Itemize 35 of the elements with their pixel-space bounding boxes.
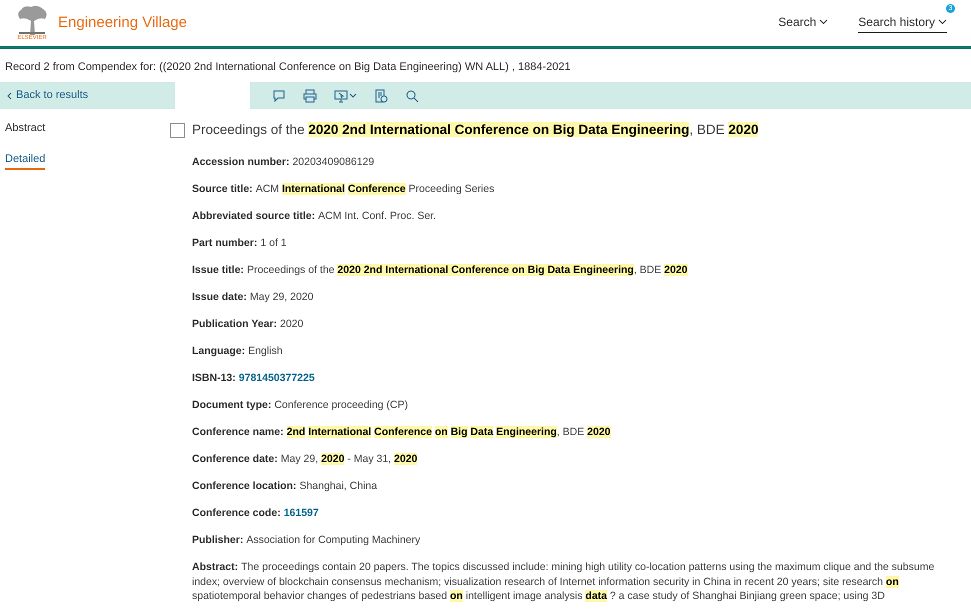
record-field: Issue title: Proceedings of the 2020 2nd International Conference on Big Data Engineering, BDE 2020: [192, 263, 965, 278]
record-field: Conference name: 2nd International Conference on Big Data Engineering, BDE 2020: [192, 425, 965, 440]
record-field: Abbreviated source title: ACM Int. Conf. Proc. Ser.: [192, 209, 965, 224]
chevron-icon: [938, 19, 947, 25]
record-field: Document type: Conference proceeding (CP): [192, 398, 965, 413]
print-icon[interactable]: [303, 88, 317, 102]
chevron-left-icon: [7, 92, 12, 100]
nav-link[interactable]: Search: [778, 13, 828, 33]
document-icon[interactable]: [374, 88, 388, 102]
record-field: Publisher: Association for Computing Machinery: [192, 533, 965, 548]
record-field: Conference date: May 29, 2020 - May 31, 2020: [192, 452, 965, 467]
record-field: Part number: 1 of 1: [192, 236, 965, 251]
record-description: Record 2 from Compendex for: ((2020 2nd International Conference on Big Data Engineering) WN ALL) , 1884-2021: [4, 60, 572, 75]
record-field: Source title: ACM International Conference Proceeding Series: [192, 182, 965, 197]
search-icon[interactable]: [405, 88, 419, 102]
field-label: ISBN-13:: [192, 372, 236, 384]
record-field: Conference location: Shanghai, China: [192, 479, 965, 494]
nav-link[interactable]: Search history: [858, 13, 947, 33]
field-link[interactable]: 9781450377225: [238, 372, 315, 384]
record-field: Issue date: May 29, 2020: [192, 290, 965, 305]
field-link[interactable]: 161597: [284, 507, 319, 520]
record-field: Abstract: The proceedings contain 20 papers. The topics discussed include: mining high utility co-location patterns using the maximum clique and the subsume index; overview of blockchain consensus mechanism; visualization research of Internet information security in China in recent 20 years; site research on spatiotemporal behavior changes of pedestrians based on intelligent image analysis data ? a case study of Shanghai Binjiang green space; using 3D: [192, 560, 965, 604]
sidebar-tab[interactable]: Detailed: [5, 150, 46, 170]
record-field: Language: English: [192, 344, 965, 359]
field-label: Conference code:: [192, 507, 281, 520]
tree-logo-icon: [15, 5, 49, 35]
record-field: Accession number: 20203409086129: [192, 155, 965, 170]
sidebar-tab[interactable]: Abstract: [5, 120, 46, 140]
chevron-icon: [819, 19, 828, 25]
record-checkbox[interactable]: [170, 122, 185, 138]
comment-icon[interactable]: [272, 88, 286, 102]
back-link[interactable]: Back to results: [0, 82, 175, 109]
record-title: Proceedings of the 2020 2nd International Conference on Big Data Engineering, BDE 2020: [192, 121, 758, 139]
export-icon[interactable]: [334, 88, 357, 102]
record-field: Publication Year: 2020: [192, 317, 965, 332]
